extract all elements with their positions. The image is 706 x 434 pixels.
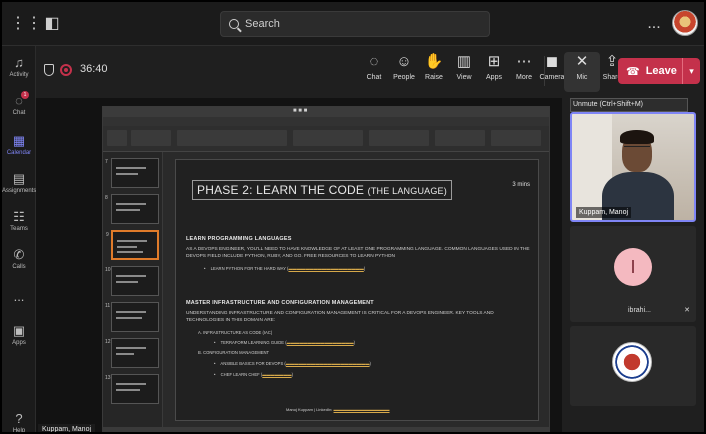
profile-avatar[interactable] [672,10,698,36]
section-heading: Master Infrastructure and Configuration … [186,300,374,306]
slide-title-sub: (THE LANGUAGE) [367,186,447,196]
apps-icon: ▣ [12,323,26,338]
slide-duration: 3 mins [512,182,530,188]
ppt-ribbon [103,126,549,152]
unread-badge: 1 [21,91,29,99]
slide-thumbnail[interactable]: 10 [105,266,159,296]
app-launcher-icon[interactable]: ⋮⋮ [10,14,42,34]
slide-thumbnails: 7 8 9 10 11 12 13 [103,152,163,427]
calendar-icon: ▦ [12,133,26,148]
teams-logo-icon: ◧ [44,15,60,32]
resource-link[interactable]: ▬▬▬▬▬▬▬▬▬▬▬▬▬▬▬▬▬▬ [288,266,363,271]
top-bar: ⋮⋮ ◧ Search ... [2,2,704,46]
footer-link[interactable]: ▬▬▬▬▬▬▬▬▬▬▬▬▬▬ [334,407,390,412]
phone-icon: ✆ [13,247,25,262]
bullet-text: Chef Learn Chef ( [220,372,263,377]
rail-label: Teams [10,226,28,232]
phone-icon: ☎ [626,65,640,78]
avatar: I [614,248,652,286]
slide-title-main: PHASE 2: LEARN THE CODE [197,183,365,197]
bullet-item: Ansible Basics for DevOps (▬▬▬▬▬▬▬▬▬▬▬▬▬… [214,361,371,366]
bullet-item: Learn Python for the hard way (▬▬▬▬▬▬▬▬▬… [204,266,366,271]
rail-label: Chat [12,110,26,116]
organization-logo [612,342,652,382]
participant-logo-tile[interactable] [570,326,696,406]
recording-icon [60,64,72,76]
ppt-title-bar: ■ ■ ■ [103,107,549,117]
footer-text: Manoj Kuppam | LinkedIn: [286,407,333,412]
help-icon: ? [15,411,23,426]
rail-item-more[interactable]: ... [2,290,36,304]
participant-name: ibrahi... [628,307,651,314]
slide-title: PHASE 2: LEARN THE CODE (THE LANGUAGE) [192,180,452,200]
slide-thumbnail[interactable]: 13 [105,374,159,404]
bullet-text: Learn Python for the hard way ( [210,266,289,271]
ppt-ribbon-tabs: ▬▬▬▬▬▬▬▬▬▬▬▬▬▬▬ [103,117,549,132]
ppt-status-bar [103,427,549,432]
rail-item-teams[interactable]: ☷ Teams [2,209,36,233]
resource-link[interactable]: ▬▬▬▬▬▬▬▬▬▬▬▬▬▬▬▬ [287,340,354,345]
search-input[interactable]: Search [220,11,490,37]
mic-tooltip: Unmute (Ctrl+Shift+M) [570,98,688,112]
bullet-item: Chef Learn Chef (▬▬▬▬▬▬▬) [214,372,293,377]
slide-thumbnail[interactable]: 11 [105,302,159,332]
list-item: B. Configuration Management [198,350,270,355]
rail-label: Help [12,428,26,434]
shared-presentation: ■ ■ ■ ▬▬▬▬▬▬▬▬▬▬▬▬▬▬▬ 7 8 9 10 11 12 1 [102,106,550,432]
rail-item-apps[interactable]: ▣ Apps [2,323,36,347]
chevron-down-icon[interactable]: ▾ [682,58,700,84]
mic-off-icon: ✕ [684,307,690,314]
rail-label: Apps [12,340,26,346]
bullet-text: Ansible Basics for DevOps ( [220,361,286,366]
search-icon [229,19,239,29]
more-options-icon[interactable]: ... [644,14,664,34]
rail-label: Calls [12,264,26,270]
assignments-icon: ▤ [12,171,26,186]
bullet-text: Terraform Learning Guide ( [220,340,287,345]
rail-item-chat[interactable]: ◌ 1 Chat [2,91,36,116]
participant-avatar-tile[interactable]: I ibrahi... ✕ [570,226,696,322]
leave-label: Leave [645,65,677,77]
rail-label: Activity [9,72,29,78]
left-rail: ♫ Activity ◌ 1 Chat ▦ Calendar ▤ Assignm… [2,46,37,434]
rail-item-calls[interactable]: ✆ Calls [2,247,36,271]
resource-link[interactable]: ▬▬▬▬▬▬▬▬▬▬▬▬▬▬▬▬▬▬▬▬ [286,361,370,366]
bell-icon: ♫ [14,55,24,70]
presenter-name-label: Kuppam, Manoj [38,424,96,432]
rail-item-calendar[interactable]: ▦ Calendar [2,133,36,157]
current-slide: PHASE 2: LEARN THE CODE (THE LANGUAGE) 3… [175,159,539,421]
search-placeholder: Search [245,18,280,30]
section-text: As a DevOps engineer, you'll need to hav… [186,247,530,259]
more-icon: ... [13,289,25,304]
bullet-item: Terraform Learning Guide (▬▬▬▬▬▬▬▬▬▬▬▬▬▬… [214,340,355,345]
rail-label: Assignments [2,188,37,194]
shield-icon [44,64,54,76]
resource-link[interactable]: ▬▬▬▬▬▬▬ [262,372,291,377]
participant-panel: Kuppam, Manoj I ibrahi... ✕ [564,98,704,432]
slide-thumbnail[interactable]: 7 [105,158,159,188]
rail-item-activity[interactable]: ♫ Activity [2,55,36,79]
participant-name: Kuppam, Manoj [576,207,632,218]
shared-screen-stage: ■ ■ ■ ▬▬▬▬▬▬▬▬▬▬▬▬▬▬▬ 7 8 9 10 11 12 1 [36,98,562,432]
rail-label: Calendar [6,150,32,156]
slide-thumbnail-selected[interactable]: 9 [106,230,159,260]
rail-item-help[interactable]: ? Help [2,411,36,434]
slide-thumbnail[interactable]: 12 [105,338,159,368]
participant-video-tile[interactable]: Kuppam, Manoj [570,112,696,222]
teams-window: ⋮⋮ ◧ Search ... ♫ Activity ◌ 1 Chat ▦ Ca… [0,0,706,434]
section-text: Understanding infrastructure and configu… [186,311,494,323]
section-heading: Learn Programming Languages [186,236,292,242]
list-item: A. Infrastructure as Code (IaC) [198,330,273,335]
teams-icon: ☷ [13,209,25,224]
rail-item-assignments[interactable]: ▤ Assignments [2,171,37,195]
meeting-control-bar: 36:40 ◌ Chat ☺ People ✋ Raise ▥ View ⊞ A… [36,46,704,98]
meeting-timer: 36:40 [80,63,108,75]
leave-button[interactable]: ☎ Leave ▾ [618,58,700,84]
slide-thumbnail[interactable]: 8 [105,194,159,224]
slide-footer: Manoj Kuppam | LinkedIn: ▬▬▬▬▬▬▬▬▬▬▬▬▬▬ [286,407,390,412]
